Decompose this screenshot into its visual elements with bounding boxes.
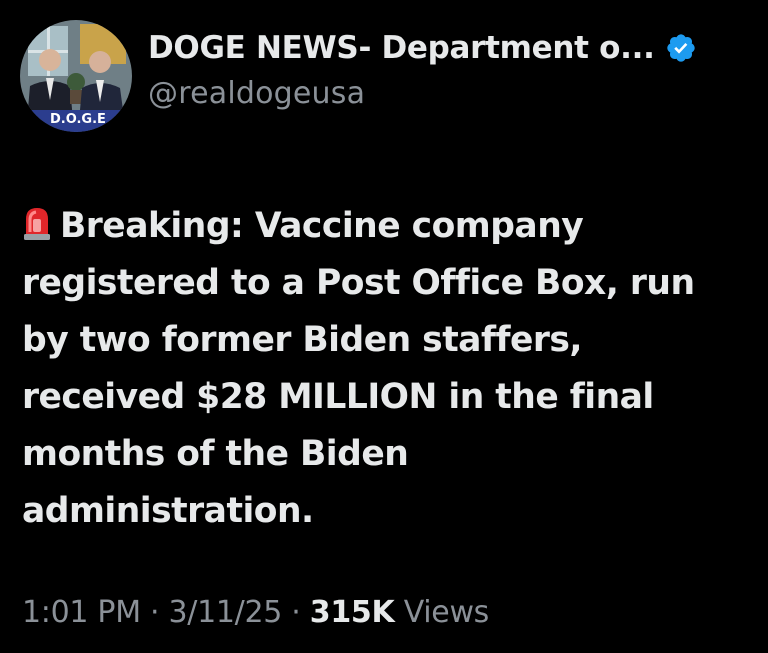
tweet-line-2: registered to a Post Office Box, run — [22, 263, 695, 303]
meta-separator: · — [282, 595, 310, 630]
tweet-line-1: Breaking: Vaccine company — [60, 206, 584, 246]
views-label: Views — [394, 595, 490, 630]
author-display-name[interactable]: DOGE NEWS- Department o... — [148, 30, 655, 66]
tweet-text: Breaking: Vaccine company registered to … — [22, 198, 752, 540]
author-avatar[interactable]: D.O.G.E — [20, 20, 132, 132]
tweet-line-6: administration. — [22, 491, 314, 531]
tweet-time[interactable]: 1:01 PM — [22, 595, 141, 630]
avatar-image: D.O.G.E — [20, 20, 132, 132]
author-identity: DOGE NEWS- Department o... @realdogeusa — [148, 30, 697, 111]
tweet-date[interactable]: 3/11/25 — [169, 595, 283, 630]
verified-badge-icon — [665, 32, 697, 64]
tweet-header: D.O.G.E DOGE NEWS- Department o... @real… — [20, 20, 697, 132]
author-handle[interactable]: @realdogeusa — [148, 76, 697, 111]
tweet-card: D.O.G.E DOGE NEWS- Department o... @real… — [0, 0, 768, 653]
siren-icon — [22, 202, 52, 240]
tweet-line-4: received $28 MILLION in the final — [22, 377, 654, 417]
meta-separator: · — [140, 595, 169, 630]
avatar-label: D.O.G.E — [50, 112, 106, 127]
tweet-meta: 1:01 PM · 3/11/25 · 315K Views — [22, 595, 489, 630]
views-count[interactable]: 315K — [310, 595, 395, 630]
author-name-row: DOGE NEWS- Department o... — [148, 30, 697, 66]
tweet-line-3: by two former Biden staffers, — [22, 320, 583, 360]
tweet-line-5: months of the Biden — [22, 434, 409, 474]
